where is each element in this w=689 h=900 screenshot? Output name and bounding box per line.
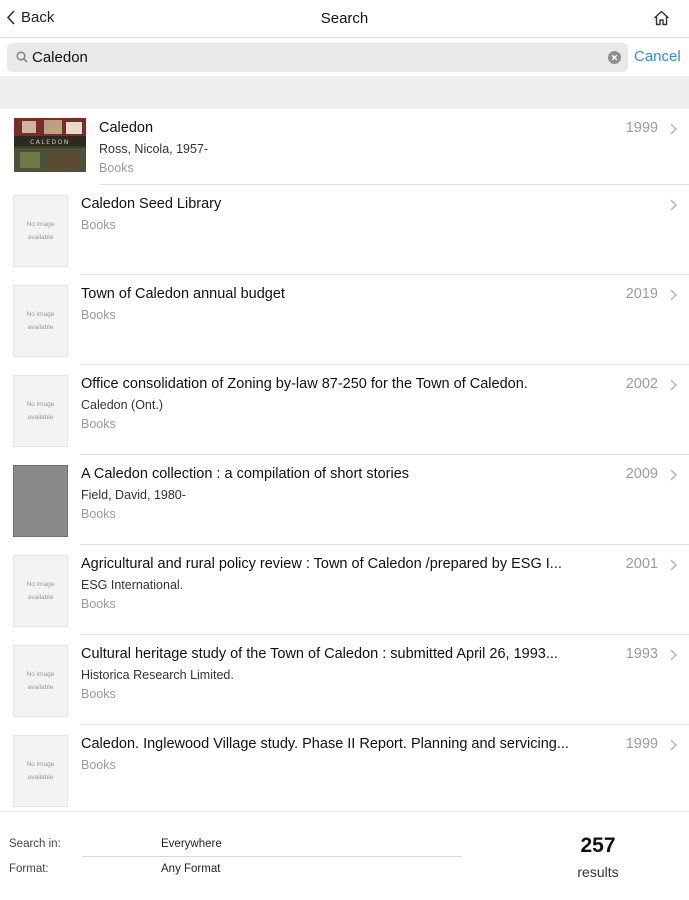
- no-image-text: No image: [26, 311, 55, 318]
- result-year: 2009: [625, 466, 658, 482]
- no-image-text: No image: [26, 221, 55, 228]
- no-image-placeholder: No image available: [13, 195, 68, 267]
- result-format: Books: [81, 218, 116, 232]
- search-in-selector[interactable]: Everywhere: [161, 838, 222, 850]
- result-format: Books: [81, 417, 116, 431]
- cancel-button[interactable]: Cancel: [634, 48, 681, 65]
- result-format: Books: [81, 758, 116, 772]
- chevron-right-icon: [670, 378, 677, 396]
- no-image-placeholder: No image available: [13, 735, 68, 807]
- chevron-right-icon: [670, 648, 677, 666]
- result-author: Field, David, 1980-: [81, 488, 186, 502]
- chevron-right-icon: [670, 122, 677, 140]
- results-count: 257: [580, 834, 616, 857]
- result-format: Books: [99, 161, 134, 175]
- result-year: 1999: [625, 736, 658, 752]
- results-count-label: results: [577, 864, 619, 880]
- search-in-label: Search in:: [9, 838, 61, 850]
- no-image-text: available: [27, 324, 54, 331]
- clear-icon[interactable]: [608, 51, 621, 64]
- section-spacer: [0, 76, 689, 109]
- page-title: Search: [320, 10, 369, 27]
- result-title: Caledon: [99, 120, 154, 136]
- result-row[interactable]: No image available Caledon Seed Library Boo…: [0, 185, 689, 275]
- home-button[interactable]: [653, 10, 670, 31]
- result-row[interactable]: No image available Office consolidation of…: [0, 365, 689, 455]
- result-title: Caledon Seed Library: [81, 196, 222, 212]
- no-image-placeholder: No image available: [13, 555, 68, 627]
- result-row[interactable]: CALEDON Caledon Ross, Nicola, 1957- Books 19…: [0, 109, 689, 185]
- no-image-text: No image: [26, 401, 55, 408]
- no-image-text: No image: [26, 581, 55, 588]
- no-image-placeholder: No image available: [13, 645, 68, 717]
- result-row[interactable]: No image available Town of Caledon annual …: [0, 275, 689, 365]
- divider: [82, 856, 462, 857]
- home-icon: [654, 10, 669, 26]
- result-row[interactable]: No image available Caledon. Inglewood Vill…: [0, 725, 689, 815]
- chevron-right-icon: [670, 288, 677, 306]
- cover-title: CALEDON: [30, 139, 70, 146]
- result-year: 1999: [625, 120, 658, 136]
- result-format: Books: [81, 597, 116, 611]
- result-row[interactable]: No image available Agricultural and rural …: [0, 545, 689, 635]
- no-image-placeholder: No image available: [13, 285, 68, 357]
- no-image-text: No image: [26, 761, 55, 768]
- no-image-text: available: [27, 594, 54, 601]
- chevron-right-icon: [670, 558, 677, 576]
- footer: Search in: Everywhere Format: Any Format…: [0, 811, 689, 900]
- chevron-right-icon: [670, 198, 677, 216]
- result-author: Ross, Nicola, 1957-: [99, 142, 209, 156]
- result-title: Caledon. Inglewood Village study. Phase …: [81, 736, 569, 752]
- result-format: Books: [81, 507, 116, 521]
- search-query: Caledon: [32, 49, 88, 66]
- result-year: 1993: [625, 646, 658, 662]
- result-year: 2001: [625, 556, 658, 572]
- book-cover-image: [13, 465, 68, 537]
- chevron-right-icon: [670, 738, 677, 756]
- result-author: Caledon (Ont.): [81, 398, 163, 412]
- result-format: Books: [81, 308, 116, 322]
- result-title: Agricultural and rural policy review : T…: [81, 556, 562, 572]
- format-label: Format:: [9, 863, 49, 875]
- nav-bar: Back Search: [0, 0, 689, 38]
- no-image-text: available: [27, 774, 54, 781]
- result-title: Town of Caledon annual budget: [81, 286, 285, 302]
- no-image-text: available: [27, 234, 54, 241]
- result-format: Books: [81, 687, 116, 701]
- result-title: A Caledon collection : a compilation of …: [81, 466, 410, 482]
- result-title: Cultural heritage study of the Town of C…: [81, 646, 558, 662]
- no-image-placeholder: No image available: [13, 375, 68, 447]
- result-author: Historica Research Limited.: [81, 668, 234, 682]
- chevron-right-icon: [670, 468, 677, 486]
- result-year: 2002: [625, 376, 658, 392]
- no-image-text: available: [27, 414, 54, 421]
- result-row[interactable]: No image available Cultural heritage study…: [0, 635, 689, 725]
- search-bar: Caledon: [0, 38, 689, 76]
- search-input[interactable]: Caledon: [7, 43, 628, 72]
- no-image-text: No image: [26, 671, 55, 678]
- search-icon: [16, 51, 28, 63]
- format-selector[interactable]: Any Format: [161, 863, 220, 875]
- result-author: ESG International.: [81, 578, 184, 592]
- result-title: Office consolidation of Zoning by-law 87…: [81, 376, 528, 392]
- no-image-text: available: [27, 684, 54, 691]
- result-year: 2019: [625, 286, 658, 302]
- book-cover-image: CALEDON: [14, 118, 86, 172]
- result-row[interactable]: A Caledon collection : a compilation of …: [0, 455, 689, 545]
